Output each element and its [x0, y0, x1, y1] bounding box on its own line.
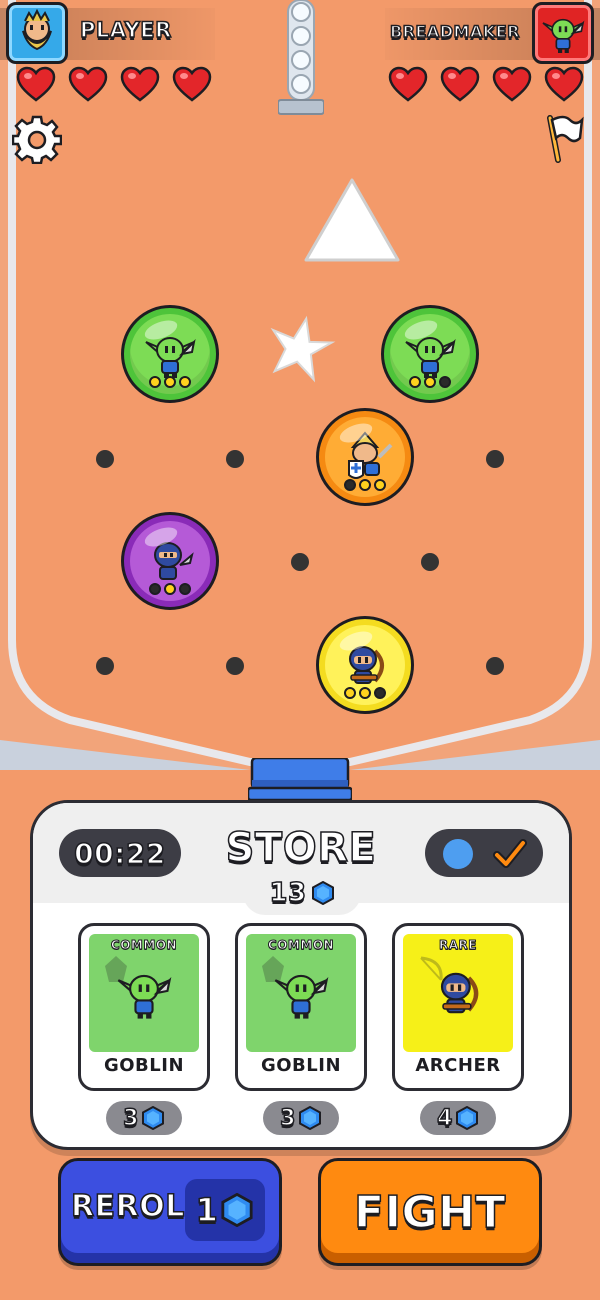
triangle-bumper [304, 178, 400, 262]
store-panel: 00:22 STORE 13 COMMON GOBLIN 3 COMMON GO… [30, 800, 572, 1150]
price-value: 4 [436, 1105, 453, 1132]
star-level [409, 376, 451, 388]
star-level [149, 583, 191, 595]
card-rarity: COMMON [110, 938, 178, 953]
game-board [0, 0, 600, 802]
reroll-button[interactable]: REROLL 1 [58, 1158, 282, 1266]
reroll-cost: 1 [185, 1179, 265, 1241]
unit-knight[interactable] [316, 408, 414, 506]
card-price: 3 [106, 1101, 182, 1135]
heart-icon [16, 66, 56, 102]
blue-gem-icon [311, 881, 335, 905]
heart-icon [544, 66, 584, 102]
blue-gem-icon [141, 1106, 165, 1130]
heart-icon [120, 66, 160, 102]
blue-gem-icon [298, 1106, 322, 1130]
auto-toggle[interactable] [425, 829, 543, 877]
star-bumper [270, 315, 336, 383]
heart-icon [172, 66, 212, 102]
ball-launcher [278, 0, 324, 115]
card-rarity: RARE [439, 938, 477, 953]
player-name: PLAYER [79, 17, 172, 43]
peg [421, 553, 439, 571]
peg [486, 657, 504, 675]
unit-ninja[interactable] [121, 512, 219, 610]
heart-icon [440, 66, 480, 102]
player-hearts [16, 66, 212, 102]
store-card[interactable]: COMMON GOBLIN [78, 923, 210, 1091]
goblin-avatar-icon [532, 2, 594, 64]
reroll-cost-value: 1 [195, 1190, 219, 1230]
class-watermark-icon [105, 956, 127, 982]
unit-goblin[interactable] [381, 305, 479, 403]
card-name: GOBLIN [260, 1055, 342, 1076]
card-rarity: COMMON [267, 938, 335, 953]
fight-button[interactable]: FIGHT [318, 1158, 542, 1266]
class-watermark-icon [262, 956, 284, 982]
star-level [149, 376, 191, 388]
star-level [344, 687, 386, 699]
gold-amount: 13 [269, 877, 307, 909]
unit-archer[interactable] [316, 616, 414, 714]
heart-icon [68, 66, 108, 102]
drop-funnel [248, 758, 352, 802]
price-value: 3 [279, 1105, 296, 1132]
checkmark-icon [493, 839, 527, 868]
peg [226, 657, 244, 675]
peg [226, 450, 244, 468]
opponent-hud: BREADMAKER [380, 0, 600, 66]
price-value: 3 [122, 1105, 139, 1132]
white-flag-icon[interactable] [544, 112, 584, 164]
card-name: ARCHER [415, 1055, 501, 1076]
opponent-hearts [388, 66, 584, 102]
card-name: GOBLIN [103, 1055, 185, 1076]
card-price: 4 [420, 1101, 496, 1135]
gear-icon[interactable] [12, 114, 62, 164]
toggle-knob [443, 839, 473, 869]
card-price: 3 [263, 1101, 339, 1135]
peg [96, 450, 114, 468]
gold-counter: 13 [243, 871, 361, 915]
unit-goblin[interactable] [121, 305, 219, 403]
bow-watermark-icon [420, 956, 443, 981]
blue-gem-icon [455, 1106, 479, 1130]
peg [96, 657, 114, 675]
heart-icon [388, 66, 428, 102]
bearded-dwarf-avatar-icon [6, 2, 68, 64]
player-hud: PLAYER [0, 0, 220, 66]
peg [291, 553, 309, 571]
store-card[interactable]: COMMON GOBLIN [235, 923, 367, 1091]
peg [486, 450, 504, 468]
heart-icon [492, 66, 532, 102]
star-level [344, 479, 386, 491]
opponent-name: BREADMAKER [389, 21, 520, 42]
blue-gem-icon [220, 1193, 254, 1227]
store-card[interactable]: RARE ARCHER [392, 923, 524, 1091]
